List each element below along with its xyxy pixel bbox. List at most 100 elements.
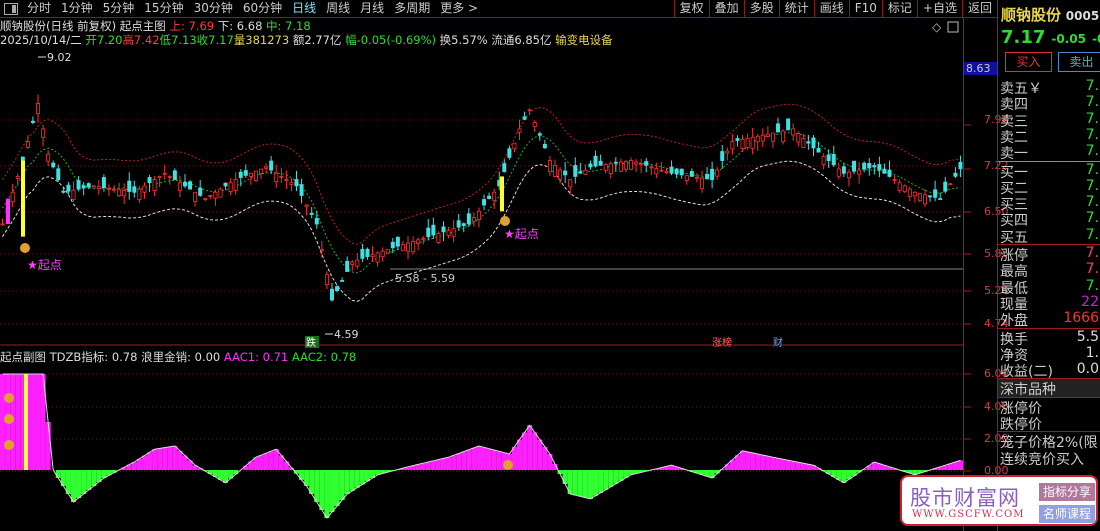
money-bag-icon — [4, 414, 14, 424]
quote-info-cage: 笼子价格2%(限 — [1000, 435, 1098, 452]
quote-value: 7. — [1085, 94, 1099, 111]
quote-info-limit_up: 涨停价 — [1000, 400, 1042, 417]
quote-row: 最高 7. — [998, 261, 1100, 280]
candle-body — [30, 120, 35, 123]
osc-bar — [177, 450, 183, 470]
money-bag-icon — [503, 460, 513, 470]
quote-info-market: 深市品种 — [998, 379, 1100, 398]
osc-bar — [76, 470, 82, 498]
candle-body — [223, 182, 228, 187]
candle-body — [578, 171, 583, 174]
osc-bar — [760, 455, 766, 470]
candle-body — [345, 260, 350, 272]
osc-bar — [451, 455, 457, 470]
panel-toggle-icon — [947, 21, 959, 33]
candle-body — [142, 185, 147, 193]
osc-bar — [258, 455, 264, 470]
osc-bar — [157, 448, 163, 470]
osc-bar — [461, 451, 467, 470]
change: 幅-0.05(-0.69%) — [345, 33, 437, 47]
die-label: 跌 — [306, 336, 316, 349]
candle-body — [188, 181, 193, 190]
low: 低7.13 — [159, 33, 197, 47]
osc-bar — [359, 470, 365, 485]
indicator-name[interactable]: 起点主图 — [120, 19, 166, 33]
quote-value: 7. — [1085, 245, 1099, 261]
quote-row: 现量 22 — [998, 294, 1100, 313]
candle-body — [76, 180, 81, 190]
sector[interactable]: 输变电设备 — [555, 33, 613, 47]
quote-row: 卖三 7. — [998, 111, 1100, 130]
candle-body — [806, 141, 811, 144]
candle-body — [56, 168, 61, 180]
candle-body — [938, 198, 943, 200]
candle-body — [608, 163, 613, 174]
candle-body — [122, 190, 127, 197]
stock-title: 顺钠股份(日线 前复权) — [0, 19, 117, 33]
candle-body — [568, 179, 573, 188]
osc-bar — [582, 470, 588, 498]
candle-body — [796, 133, 801, 143]
aac2-value: AAC2: 0.78 — [291, 350, 357, 364]
candle-body — [25, 141, 30, 148]
wm-share[interactable]: 指标分享 — [1039, 483, 1095, 501]
candle-body — [846, 171, 851, 179]
diamond-icon: ◇ — [932, 20, 942, 34]
candle-body — [928, 195, 933, 198]
quote-value: 7. — [1085, 177, 1099, 194]
candle-body — [41, 128, 46, 138]
candle-body — [482, 199, 487, 206]
candle-body — [91, 185, 96, 188]
candle-body — [395, 236, 400, 247]
candle-body — [552, 164, 557, 177]
candle-body — [811, 137, 816, 149]
osc-bar — [329, 470, 335, 512]
osc-bar — [608, 470, 614, 487]
wm-course[interactable]: 名师课程 — [1039, 505, 1095, 523]
candle-body — [953, 172, 958, 177]
candle-body — [826, 154, 831, 161]
candle-body — [137, 188, 142, 201]
candle-body — [679, 168, 684, 176]
buy-button[interactable]: 买入 — [1005, 52, 1052, 72]
candle-body — [243, 170, 248, 176]
sub-indicator-name[interactable]: 起点副图 — [0, 350, 46, 364]
osc-bar — [780, 459, 786, 470]
candle-body — [279, 176, 284, 178]
candle-body — [71, 189, 76, 200]
kline-chart[interactable]: 9.02 4.59 5.58 - 5.59 ★起点 ★起点跌 涨榜 财 ◇ — [0, 0, 997, 531]
candle-body — [776, 123, 781, 133]
osc-bar — [172, 446, 178, 470]
osc-bar — [466, 449, 472, 470]
candle-body — [537, 133, 542, 136]
osc-bar — [263, 453, 269, 470]
candle-body — [340, 280, 345, 282]
osc-bar — [420, 463, 426, 470]
candle-body — [933, 189, 938, 198]
open: 开7.20 — [85, 33, 123, 47]
candle-body — [684, 175, 689, 181]
candle-body — [943, 181, 948, 192]
signal-bar — [24, 374, 28, 470]
upper-value: 上: 7.69 — [169, 19, 215, 33]
quote-value: 7. — [1085, 226, 1099, 243]
candle-body — [421, 237, 426, 240]
candle-body — [765, 133, 770, 137]
candle-body — [786, 118, 791, 131]
candle-body — [66, 184, 71, 192]
sub-chart-header: 起点副图 TDZB指标: 0.78 浪里金销: 0.00 AAC1: 0.71 … — [0, 349, 356, 365]
candle-body — [705, 173, 710, 180]
osc-bar — [339, 470, 345, 500]
candle-body — [558, 169, 563, 180]
quote-value: 5.5 — [1076, 328, 1099, 345]
osc-bar — [476, 446, 482, 470]
candle-body — [112, 188, 117, 191]
osc-bar — [344, 470, 350, 494]
quote-value: 0.0 — [1076, 361, 1099, 378]
candle-body — [380, 250, 385, 258]
sell-button[interactable]: 卖出 — [1058, 52, 1100, 72]
candle-body — [816, 148, 821, 153]
candle-body — [335, 286, 340, 291]
candle-body — [284, 179, 289, 181]
candle-body — [629, 160, 634, 170]
